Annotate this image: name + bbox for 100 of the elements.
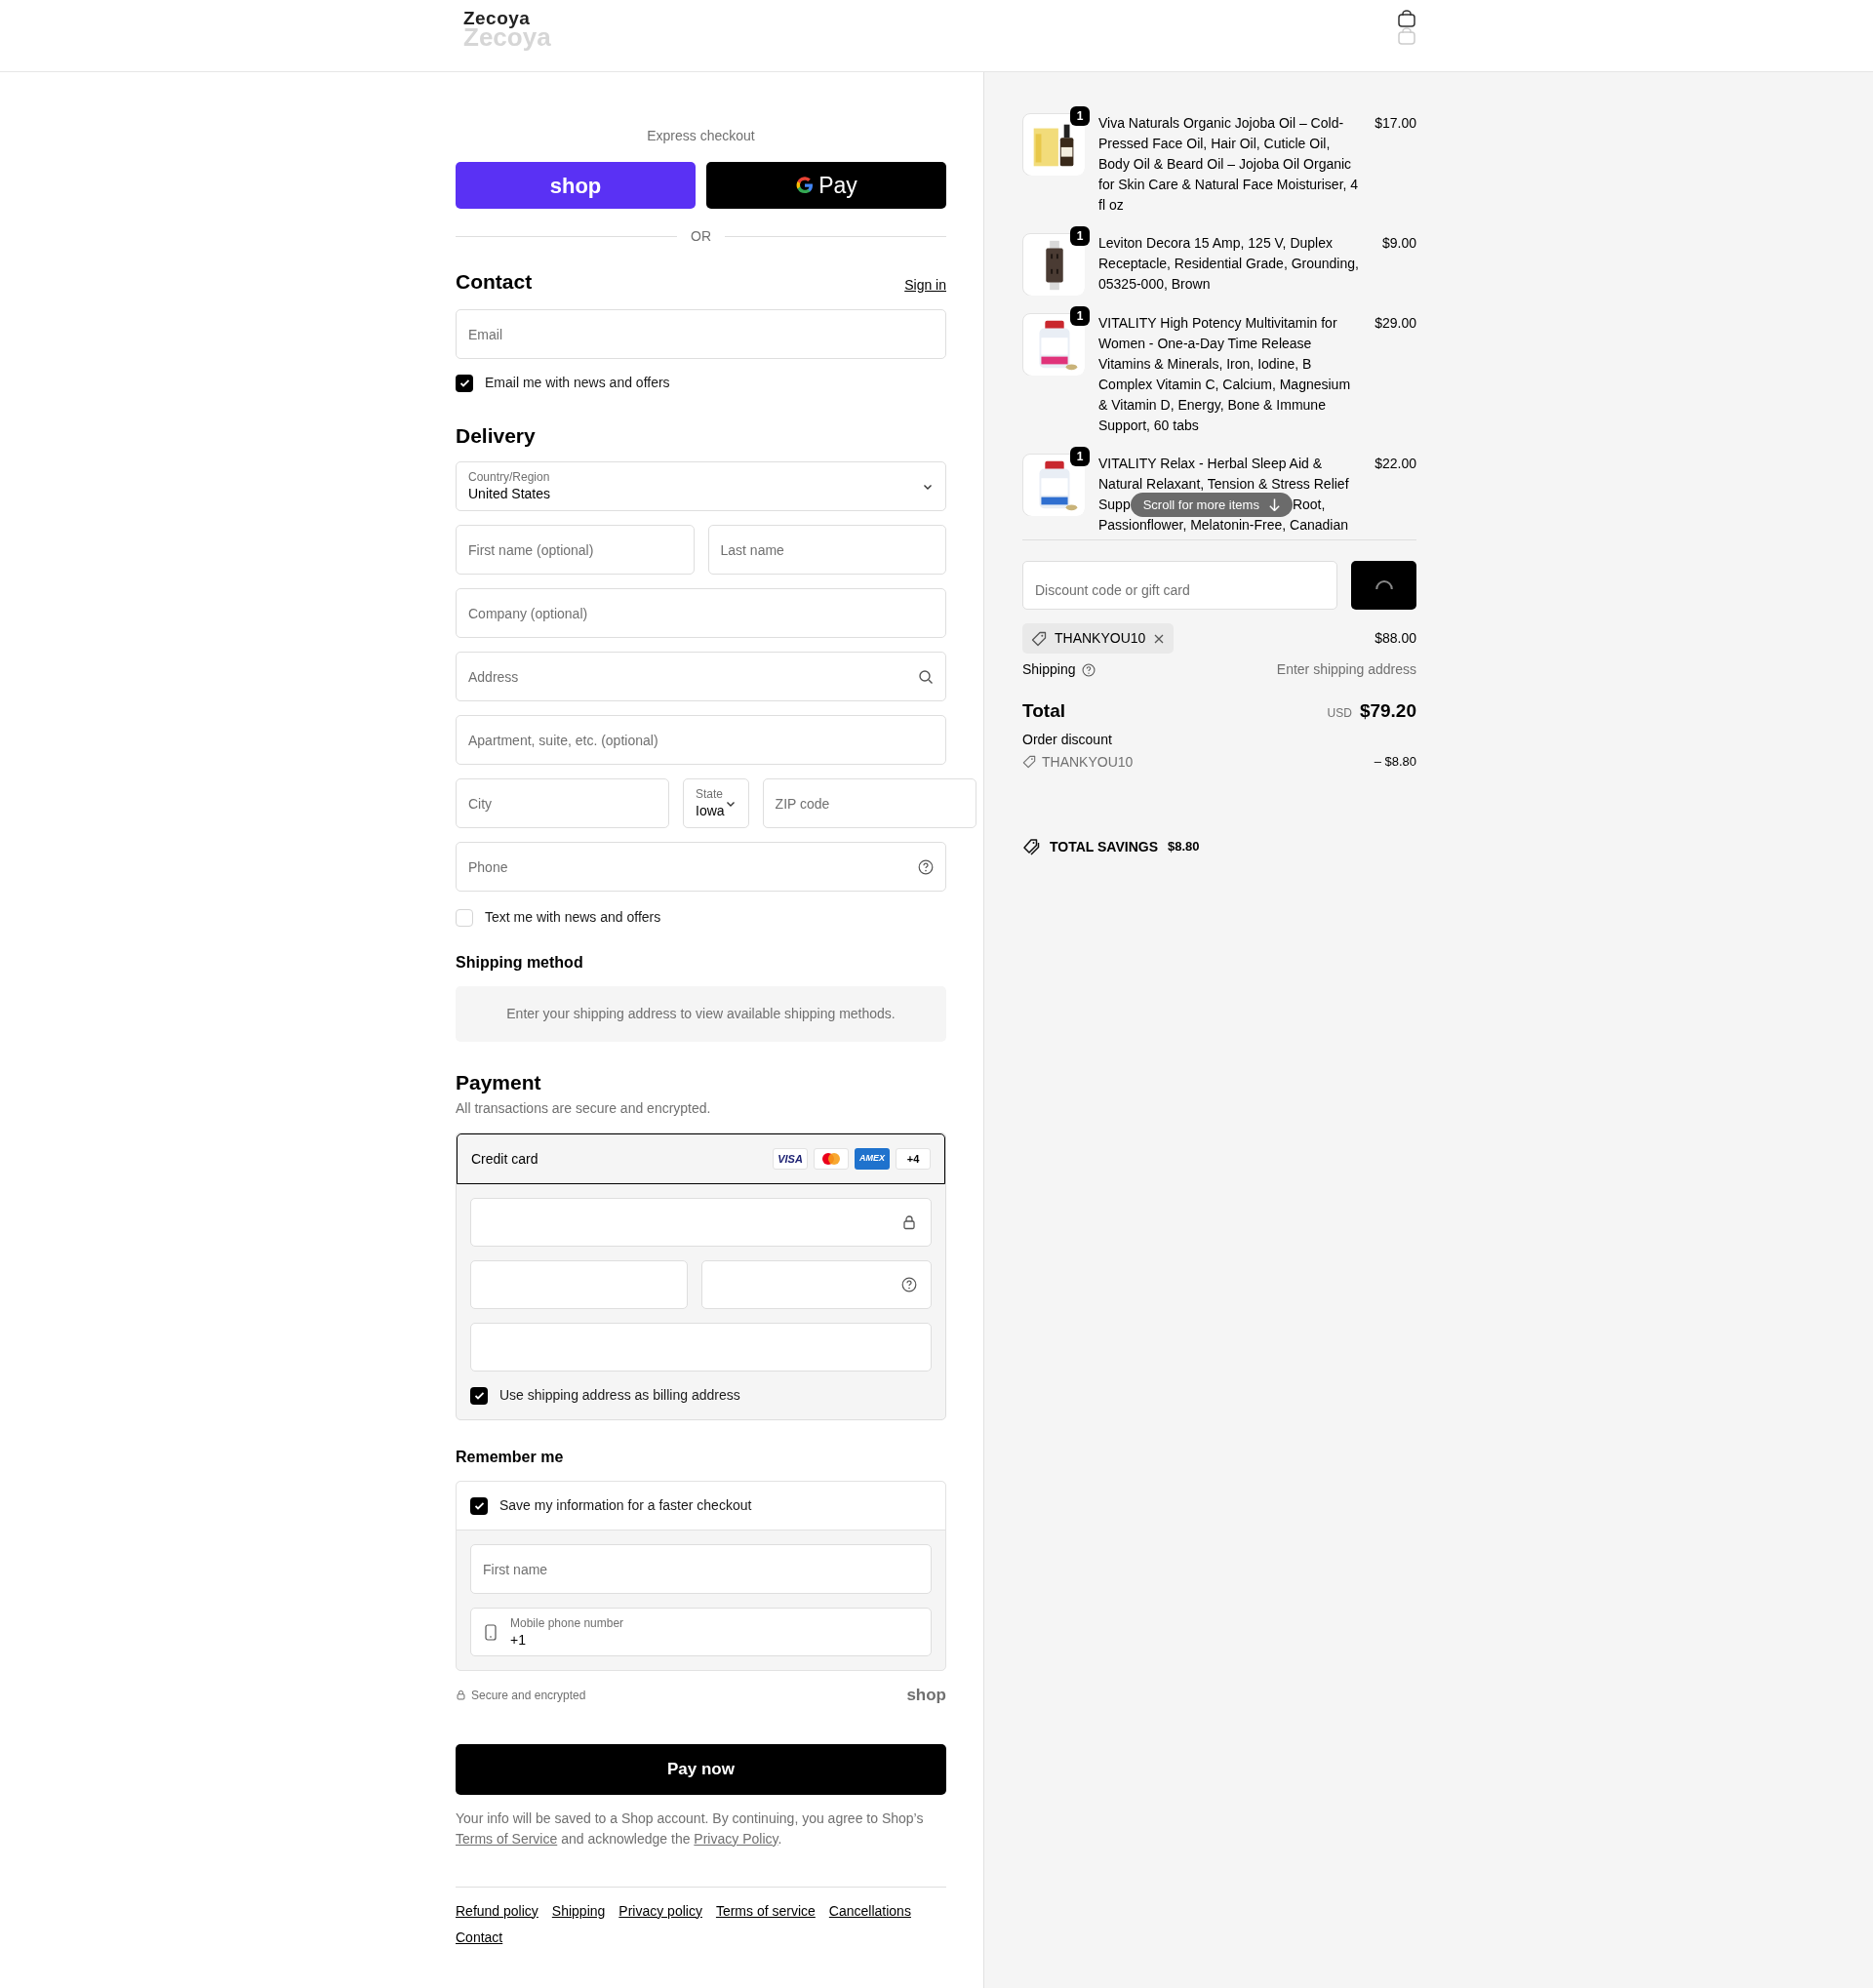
spinner-icon (1375, 580, 1393, 590)
field-label: Country/Region (468, 470, 551, 485)
terms-text: Your info will be saved to a Shop account. By continuing, you agree to Shop’s Terms of Service and acknowledge the Privacy Policy. (456, 1809, 925, 1849)
product-title: Root, (1292, 496, 1326, 514)
discount-tag: THANKYOU10 (1022, 623, 1175, 654)
section-heading: Shipping method (456, 953, 584, 973)
input-field[interactable] (470, 1260, 688, 1309)
product-title: Supp (1098, 496, 1131, 514)
shopping-bag-icon (1397, 27, 1416, 45)
payment-method-option[interactable]: Credit card VISA AMEX +4 (457, 1133, 945, 1184)
checkbox[interactable] (456, 374, 473, 392)
help-icon[interactable] (901, 1277, 917, 1292)
discount-code: THANKYOU10 (1042, 752, 1134, 772)
checkmark-icon (459, 378, 469, 387)
field-value: United States (468, 485, 551, 502)
field-value: Iowa (696, 802, 725, 819)
product-price: $22.00 (1375, 455, 1416, 473)
checkmark-icon (474, 1501, 484, 1510)
product-price: $9.00 (1381, 234, 1416, 253)
mobile-phone-icon (485, 1623, 497, 1641)
footer-link[interactable]: Cancellations (828, 1900, 911, 1922)
select-field[interactable]: Country/Region United States (456, 461, 946, 511)
amex-logo: AMEX (855, 1148, 890, 1170)
total-label: Total (1022, 699, 1065, 723)
shipping-label: Shipping (1022, 660, 1076, 679)
checkbox-label: Text me with news and offers (485, 908, 661, 927)
product-title: Natural Relaxant, Tension & Stress Relief (1098, 475, 1349, 494)
apply-button[interactable] (1351, 561, 1416, 610)
shipping-notice: Enter your shipping address to view available shipping methods. (456, 986, 946, 1042)
discount-field[interactable]: Discount code or gift card (1022, 561, 1337, 610)
checkmark-icon (474, 1391, 484, 1400)
policy-link[interactable]: Terms of Service (456, 1830, 558, 1847)
total-savings-value: $8.80 (1168, 838, 1200, 856)
product-title: VITALITY High Potency Multivitamin for Women - One-a-Day Time Release Vitamins & Minerals, Iron, Iodine, B Complex Vitamin C, Calcium, Magnesium & Vitamin D, Energy, Bone & Immune Support, 60 tabs (1098, 314, 1352, 435)
checkbox-label: Email me with news and offers (485, 374, 670, 392)
input-field[interactable] (470, 1198, 932, 1247)
phone-field[interactable]: Mobile phone number +1 (470, 1608, 932, 1656)
checkbox-label: Save my information for a faster checkout (499, 1496, 752, 1515)
product-title: Viva Naturals Organic Jojoba Oil – Cold-Pressed Face Oil, Hair Oil, Cuticle Oil, Body Oil & Beard Oil – Jojoba Oil Organic for Skin Care & Natural Face Moisturiser, 4 fl oz (1098, 114, 1360, 215)
input-field[interactable] (700, 1260, 932, 1309)
shopping-bag-icon[interactable] (1397, 10, 1416, 27)
google-logo-icon (795, 176, 816, 195)
product-title: Passionflower, Melatonin-Free, Canadian (1098, 516, 1349, 535)
visa-logo: VISA (773, 1148, 808, 1170)
footer-link[interactable]: Contact (456, 1927, 503, 1948)
help-icon[interactable] (1081, 662, 1096, 677)
total-savings-label: TOTAL SAVINGS (1050, 837, 1158, 856)
arrow-down-icon (1268, 498, 1280, 511)
footer-link[interactable]: Shipping (551, 1900, 606, 1922)
subtotal-value: $88.00 (1375, 629, 1416, 648)
order-discount-label: Order discount (1022, 730, 1113, 749)
currency-label: USD (1327, 705, 1352, 722)
input-field[interactable] (470, 1323, 932, 1372)
total-value: $79.20 (1359, 699, 1416, 723)
google-pay-button[interactable]: Pay (706, 162, 946, 209)
product-price: $29.00 (1375, 314, 1416, 333)
footer-link[interactable]: Privacy policy (618, 1900, 702, 1922)
tags-icon (1022, 838, 1040, 855)
product-title: VITALITY Relax - Herbal Sleep Aid & (1098, 455, 1323, 473)
shop-logo: shop (906, 1685, 946, 1706)
section-heading: Delivery (456, 423, 537, 449)
or-divider-label: OR (691, 227, 711, 246)
section-heading: Remember me (456, 1448, 565, 1467)
search-icon (918, 668, 934, 685)
checkbox[interactable] (470, 1496, 488, 1515)
scroll-hint[interactable]: Scroll for more items (1130, 493, 1293, 517)
express-checkout-label: Express checkout (646, 127, 756, 145)
quantity-badge: 1 (1070, 106, 1090, 126)
product-price: $17.00 (1375, 114, 1416, 133)
payment-subtitle: All transactions are secure and encrypted. (456, 1099, 712, 1118)
quantity-badge: 1 (1070, 447, 1090, 466)
footer-link[interactable]: Terms of service (715, 1900, 816, 1922)
mastercard-logo (814, 1148, 849, 1170)
quantity-badge: 1 (1070, 226, 1090, 246)
lock-icon (456, 1690, 466, 1701)
field-value: +1 (510, 1630, 527, 1649)
tag-icon (1022, 755, 1036, 769)
checkbox[interactable] (456, 908, 473, 927)
select-field[interactable]: State Iowa (683, 778, 749, 828)
logo[interactable]: Zecoya (463, 10, 551, 27)
pay-now-button[interactable]: Pay now (456, 1743, 946, 1795)
checkbox-label: Use shipping address as billing address (499, 1386, 740, 1405)
section-heading: Payment (456, 1070, 542, 1095)
product-title: Leviton Decora 15 Amp, 125 V, Duplex Receptacle, Residential Grade, Grounding, 05325-000, Brown (1098, 234, 1360, 294)
footer-link[interactable]: Refund policy (456, 1900, 538, 1922)
shop-pay-button[interactable]: shop (456, 162, 696, 209)
discount-amount: – $8.80 (1374, 753, 1416, 772)
checkbox[interactable] (470, 1386, 488, 1405)
close-icon[interactable] (1153, 632, 1166, 645)
field-label: Mobile phone number (510, 1615, 624, 1631)
more-cards-badge: +4 (896, 1148, 931, 1170)
lock-icon (901, 1214, 917, 1230)
help-icon[interactable] (918, 858, 934, 875)
section-heading: Contact (456, 269, 533, 295)
secure-note: Secure and encrypted (471, 1687, 586, 1704)
field-label: State (696, 787, 725, 802)
payment-method-label: Credit card (471, 1149, 538, 1169)
shipping-value: Enter shipping address (1276, 660, 1416, 679)
sign-in-link[interactable]: Sign in (904, 275, 946, 296)
tag-icon (1031, 630, 1047, 647)
